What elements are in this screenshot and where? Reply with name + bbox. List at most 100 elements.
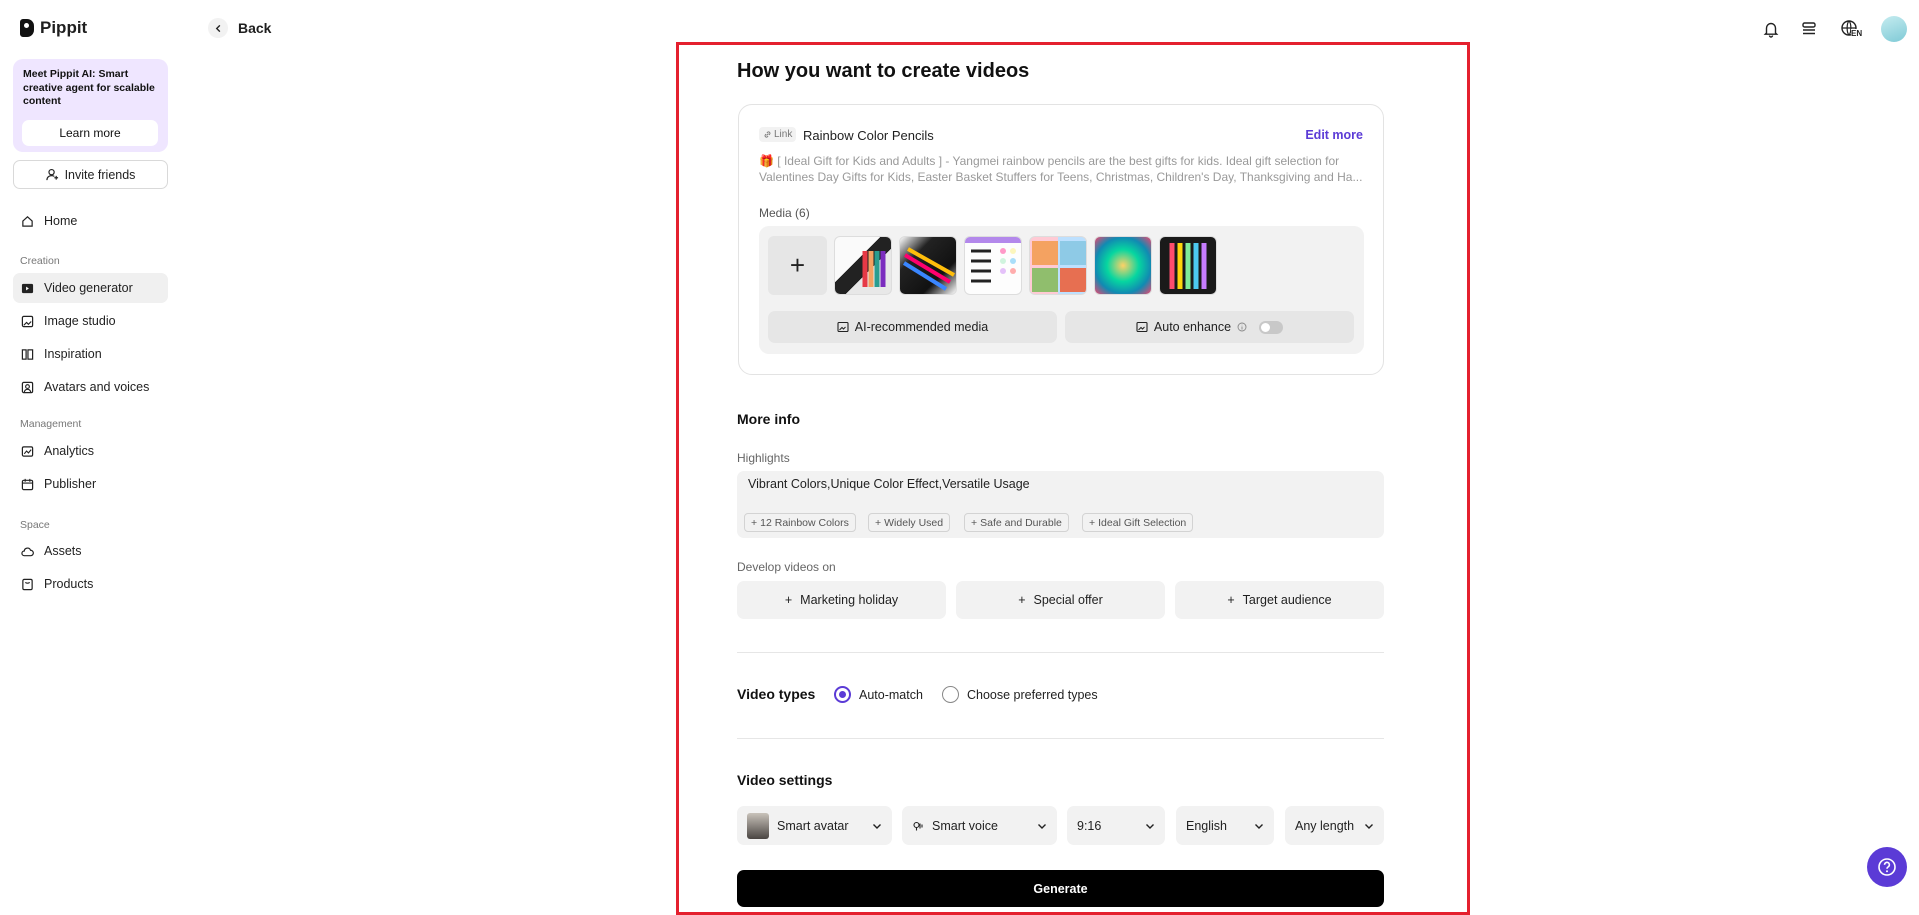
special-offer-button[interactable]: + Special offer	[956, 581, 1165, 619]
media-thumbnail[interactable]	[1029, 236, 1087, 295]
highlight-tag[interactable]: + Safe and Durable	[964, 513, 1069, 532]
aspect-ratio-value: 9:16	[1077, 818, 1102, 833]
add-user-icon	[45, 168, 58, 181]
highlight-tag[interactable]: +12 Rainbow Colors	[744, 513, 856, 532]
auto-enhance-toggle[interactable]	[1259, 320, 1284, 334]
highlight-tag-label: Safe and Durable	[980, 516, 1062, 529]
sidebar-item-label: Analytics	[44, 444, 95, 458]
learn-more-button[interactable]: Learn more	[22, 120, 158, 146]
develop-option-label: Special offer	[1033, 593, 1103, 607]
language-value: English	[1186, 818, 1227, 833]
sidebar-item-avatars-voices[interactable]: Avatars and voices	[13, 372, 168, 402]
avatar-icon	[21, 381, 34, 394]
generate-button[interactable]: Generate	[737, 870, 1384, 907]
media-thumbnail[interactable]	[964, 236, 1022, 295]
link-icon	[764, 131, 771, 138]
sidebar-item-inspiration[interactable]: Inspiration	[13, 339, 168, 369]
sidebar-item-video-generator[interactable]: Video generator	[13, 273, 168, 303]
chevron-down-icon	[1038, 823, 1046, 829]
highlights-label: Highlights	[737, 451, 790, 465]
radio-choose-preferred-types[interactable]: Choose preferred types	[942, 686, 1098, 703]
product-title: Rainbow Color Pencils	[803, 128, 934, 143]
app-logo[interactable]: Pippit	[20, 18, 87, 38]
sidebar-item-label: Assets	[44, 544, 82, 558]
gift-emoji-icon: 🎁	[759, 154, 774, 168]
add-media-button[interactable]: +	[768, 236, 827, 295]
section-divider	[737, 738, 1384, 739]
plus-icon: +	[784, 593, 793, 607]
sidebar-item-label: Avatars and voices	[44, 380, 150, 394]
plus-icon: +	[1089, 516, 1096, 529]
length-select[interactable]: Any length	[1285, 806, 1384, 845]
target-audience-button[interactable]: + Target audience	[1175, 581, 1384, 619]
voice-icon	[913, 821, 923, 830]
marketing-holiday-button[interactable]: + Marketing holiday	[737, 581, 946, 619]
voice-select-value: Smart voice	[932, 818, 998, 833]
highlights-field[interactable]: Vibrant Colors,Unique Color Effect,Versa…	[737, 471, 1384, 538]
cloud-icon	[21, 545, 34, 558]
page-title: How you want to create videos	[737, 60, 1030, 82]
promo-text: Meet Pippit AI: Smart creative agent for…	[23, 68, 155, 107]
help-button[interactable]	[1867, 847, 1907, 887]
sidebar-item-publisher[interactable]: Publisher	[13, 469, 168, 499]
plus-icon: +	[751, 516, 758, 529]
invite-friends-label: Invite friends	[64, 167, 136, 182]
sidebar-item-label: Inspiration	[44, 347, 102, 361]
media-thumbnail[interactable]	[899, 236, 957, 295]
back-label: Back	[238, 20, 272, 36]
sidebar: Pippit Meet Pippit AI: Smart creative ag…	[0, 0, 180, 907]
product-icon	[21, 578, 34, 591]
calendar-icon	[21, 478, 34, 491]
highlight-tag[interactable]: + Ideal Gift Selection	[1082, 513, 1194, 532]
image-studio-icon	[21, 315, 34, 328]
layers-icon[interactable]	[1799, 19, 1819, 39]
sidebar-item-assets[interactable]: Assets	[13, 536, 168, 566]
language-select[interactable]: English	[1176, 806, 1274, 845]
sidebar-item-products[interactable]: Products	[13, 569, 168, 599]
language-globe-icon[interactable]: EN	[1837, 19, 1863, 39]
media-thumbnail[interactable]	[1094, 236, 1152, 295]
media-label: Media (6)	[759, 206, 810, 220]
promo-card: Meet Pippit AI: Smart creative agent for…	[13, 59, 168, 152]
voice-select[interactable]: Smart voice	[902, 806, 1057, 845]
product-description: 🎁 [ Ideal Gift for Kids and Adults ] - Y…	[759, 154, 1369, 185]
highlight-tag-label: 12 Rainbow Colors	[760, 516, 849, 529]
develop-option-label: Marketing holiday	[800, 593, 899, 607]
media-thumbnail[interactable]	[834, 236, 892, 295]
link-chip: Link	[759, 127, 797, 142]
sidebar-item-analytics[interactable]: Analytics	[13, 436, 168, 466]
plus-icon: +	[1018, 593, 1026, 607]
info-icon[interactable]	[1237, 322, 1247, 332]
nav-section-management: Management	[20, 418, 82, 430]
description-line-2: Valentines Day Gifts for Kids, Easter Ba…	[759, 169, 1363, 184]
invite-friends-button[interactable]: Invite friends	[13, 160, 168, 189]
sidebar-item-home[interactable]: Home	[13, 206, 168, 236]
radio-auto-match[interactable]: Auto-match	[834, 686, 923, 703]
sidebar-item-label: Video generator	[44, 281, 133, 295]
avatar-thumbnail	[747, 812, 769, 839]
highlight-tag-label: Ideal Gift Selection	[1098, 516, 1187, 529]
description-line-1: [ Ideal Gift for Kids and Adults ] - Yan…	[777, 154, 1340, 168]
sidebar-item-label: Image studio	[44, 314, 116, 328]
ai-recommended-media-button[interactable]: AI-recommended media	[768, 311, 1057, 343]
avatar-select[interactable]: Smart avatar	[737, 806, 892, 845]
bell-icon[interactable]	[1761, 19, 1781, 39]
chevron-down-icon	[1365, 823, 1373, 829]
auto-enhance-label: Auto enhance	[1153, 320, 1232, 334]
nav-section-space: Space	[20, 519, 50, 531]
aspect-ratio-select[interactable]: 9:16	[1067, 806, 1165, 845]
section-divider	[737, 652, 1384, 653]
media-thumbnail[interactable]	[1159, 236, 1217, 295]
sidebar-item-label: Products	[44, 577, 94, 591]
back-button[interactable]: Back	[208, 18, 271, 38]
product-card: Link Rainbow Color Pencils Edit more 🎁 […	[738, 104, 1384, 375]
user-avatar[interactable]	[1881, 16, 1907, 42]
pippit-logo-icon	[20, 19, 34, 37]
top-right-toolbar: EN	[1761, 16, 1907, 42]
sidebar-item-label: Publisher	[44, 477, 97, 491]
nav-section-creation: Creation	[20, 255, 60, 267]
home-icon	[21, 215, 34, 228]
highlight-tag[interactable]: + Widely Used	[868, 513, 951, 532]
sidebar-item-image-studio[interactable]: Image studio	[13, 306, 168, 336]
edit-more-link[interactable]: Edit more	[1305, 128, 1363, 142]
